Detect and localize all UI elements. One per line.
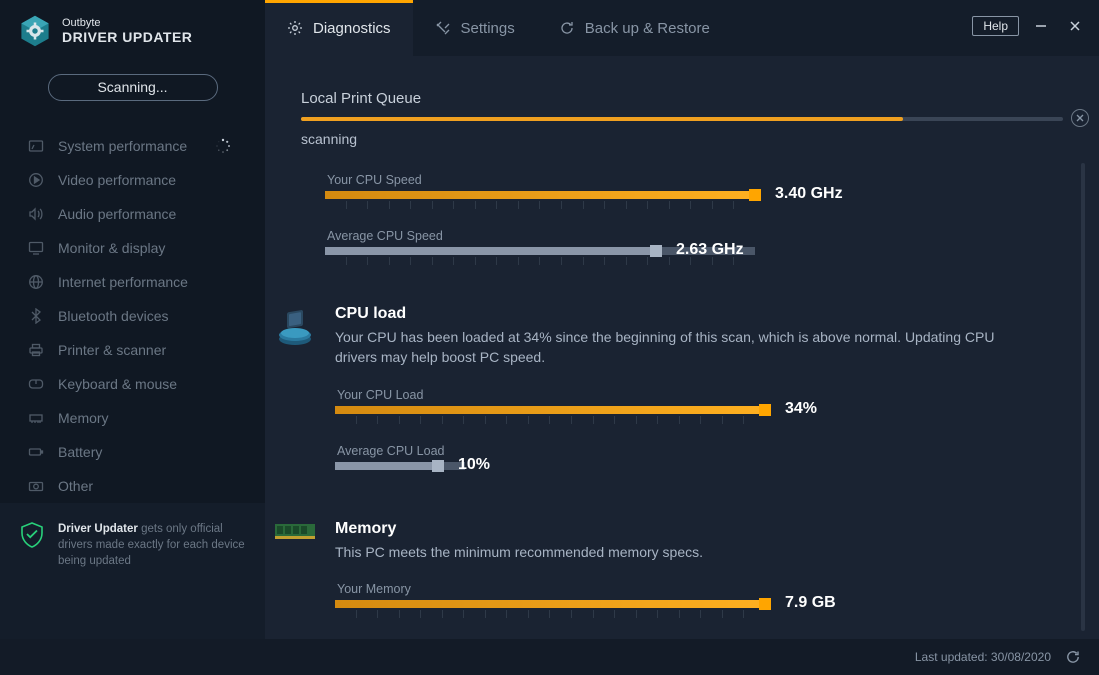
shield-check-icon [18,521,46,549]
sidebar-item-other[interactable]: Other [0,469,265,503]
keyboard-icon [28,376,44,392]
section-description: Your CPU has been loaded at 34% since th… [335,327,1015,368]
sidebar-item-internet-performance[interactable]: Internet performance [0,265,265,299]
bar-your-cpu-load: 34% [335,406,1069,430]
sidebar-item-system-performance[interactable]: System performance [0,129,265,163]
brand-logo-icon [18,14,52,48]
memory-icon [28,410,44,426]
tab-backup-restore[interactable]: Back up & Restore [537,0,732,56]
section-title: Memory [335,520,1069,538]
cpu-chip-icon [273,305,317,349]
metric-value: 10% [458,456,490,474]
sidebar-item-label: System performance [58,138,187,154]
tab-label: Diagnostics [313,20,391,37]
sidebar-item-memory[interactable]: Memory [0,401,265,435]
refresh-button[interactable] [1065,649,1081,665]
scan-progress-fill [301,117,903,121]
metric-label: Average Memory [337,638,1069,639]
sidebar-item-keyboard-mouse[interactable]: Keyboard & mouse [0,367,265,401]
metric-value: 7.9 GB [785,594,836,612]
gear-icon [287,20,303,36]
bar-your-memory: 7.9 GB [335,600,1069,624]
bluetooth-icon [28,308,44,324]
bar-avg-cpu-load: 10% [335,462,1069,486]
sidebar-item-monitor-display[interactable]: Monitor & display [0,231,265,265]
brand: Outbyte DRIVER UPDATER [0,0,265,58]
scan-progress-area: Local Print Queue scanning [265,56,1099,155]
sidebar-item-battery[interactable]: Battery [0,435,265,469]
sidebar-item-label: Battery [58,444,102,460]
sidebar-item-label: Video performance [58,172,176,188]
tab-settings[interactable]: Settings [413,0,537,56]
globe-icon [28,274,44,290]
printer-icon [28,342,44,358]
section-description: This PC meets the minimum recommended me… [335,542,1015,562]
brand-bottom-text: DRIVER UPDATER [62,29,192,45]
sidebar-footer: Driver Updater gets only official driver… [0,503,265,639]
sidebar: Outbyte DRIVER UPDATER Scanning... Syste… [0,0,265,639]
ram-stick-icon [273,522,317,566]
play-icon [28,172,44,188]
sidebar-item-video-performance[interactable]: Video performance [0,163,265,197]
scan-title: Local Print Queue [301,90,1063,107]
close-button[interactable] [1063,14,1087,38]
metric-cpu-speed: Your CPU Speed 3.40 GHz Average CPU Spee… [325,173,1069,271]
section-title: CPU load [335,305,1069,323]
sidebar-nav: System performance Video performance Aud… [0,125,265,503]
brand-top-text: Outbyte [62,17,192,30]
sidebar-item-label: Keyboard & mouse [58,376,177,392]
battery-icon [28,444,44,460]
gauge-icon [28,138,44,154]
tab-label: Back up & Restore [585,20,710,37]
metrics-content: Your CPU Speed 3.40 GHz Average CPU Spee… [265,155,1099,639]
metric-label: Your Memory [337,582,1069,596]
main-content: Diagnostics Settings Back up & Restore L… [265,0,1099,639]
minimize-button[interactable] [1029,14,1053,38]
sidebar-item-label: Monitor & display [58,240,165,256]
sidebar-item-label: Bluetooth devices [58,308,169,324]
status-bar: Last updated: 30/08/2020 [0,639,1099,675]
section-memory: Memory This PC meets the minimum recomme… [325,520,1069,639]
tab-label: Settings [461,20,515,37]
scan-button[interactable]: Scanning... [48,74,218,101]
sidebar-item-label: Printer & scanner [58,342,166,358]
bar-your-cpu-speed: 3.40 GHz [325,191,1069,215]
scan-progress-bar [301,117,1063,121]
window-controls: Help [960,0,1099,52]
bar-avg-cpu-speed: 2.63 GHz [325,247,1069,271]
last-updated-text: Last updated: 30/08/2020 [915,650,1051,664]
sidebar-item-label: Internet performance [58,274,188,290]
scan-status-text: scanning [301,131,1063,147]
sliders-icon [435,20,451,36]
sidebar-item-printer-scanner[interactable]: Printer & scanner [0,333,265,367]
sidebar-item-bluetooth-devices[interactable]: Bluetooth devices [0,299,265,333]
scrollbar[interactable] [1081,163,1085,631]
sidebar-item-audio-performance[interactable]: Audio performance [0,197,265,231]
refresh-icon [559,20,575,36]
metric-value: 3.40 GHz [775,185,843,203]
metric-value: 34% [785,400,817,418]
monitor-icon [28,240,44,256]
sidebar-item-label: Other [58,478,93,494]
speaker-icon [28,206,44,222]
help-button[interactable]: Help [972,16,1019,36]
section-cpu-load: CPU load Your CPU has been loaded at 34%… [325,305,1069,500]
cancel-scan-button[interactable] [1071,109,1089,127]
sidebar-footer-text: Driver Updater gets only official driver… [58,521,247,569]
metric-label: Average CPU Load [337,444,1069,458]
camera-icon [28,478,44,494]
loading-spinner-icon [215,138,231,154]
metric-label: Your CPU Load [337,388,1069,402]
metric-label: Your CPU Speed [327,173,1069,187]
sidebar-item-label: Audio performance [58,206,176,222]
sidebar-item-label: Memory [58,410,109,426]
tab-diagnostics[interactable]: Diagnostics [265,0,413,56]
